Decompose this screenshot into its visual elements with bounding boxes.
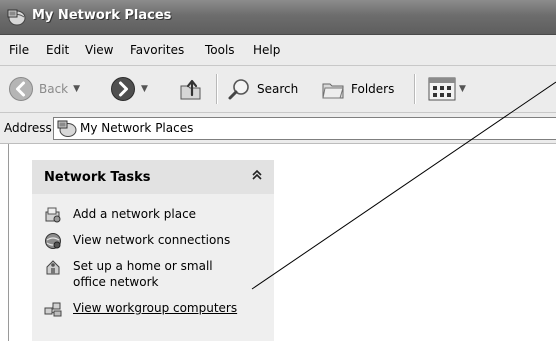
home-network-icon [46, 260, 60, 275]
search-label: Search [257, 82, 299, 96]
chevron-down-icon[interactable]: ▼ [459, 84, 466, 94]
back-label: Back [39, 82, 69, 96]
menu-edit[interactable]: Edit [46, 43, 69, 57]
address-value: My Network Places [80, 121, 194, 135]
chevron-down-icon[interactable]: ▼ [73, 84, 80, 94]
back-arrow-icon [9, 77, 33, 101]
network-tasks-panel: Network Tasks Add a network place View n… [32, 160, 274, 341]
task-label: View network connections [73, 233, 231, 247]
menu-help[interactable]: Help [253, 43, 280, 57]
back-button[interactable]: Back ▼ [8, 76, 80, 102]
task-view-workgroup-computers[interactable]: View workgroup computers [44, 300, 237, 318]
add-network-place-icon [45, 207, 61, 223]
content-area: Network Tasks Add a network place View n… [0, 144, 556, 341]
task-label: View workgroup computers [73, 301, 238, 315]
forward-button[interactable]: ▼ [110, 76, 148, 102]
toolbar-separator [414, 74, 416, 104]
title-bar[interactable]: My Network Places [0, 0, 556, 35]
task-label: Set up a home or small office network [73, 258, 213, 290]
menu-favorites[interactable]: Favorites [130, 43, 184, 57]
views-button[interactable]: ▼ [428, 76, 466, 102]
pane-border [8, 144, 9, 341]
address-label: Address [4, 121, 52, 135]
address-bar: Address My Network Places [0, 113, 556, 144]
collapse-chevron-icon[interactable] [250, 168, 264, 182]
menu-bar: File Edit View Favorites Tools Help [0, 35, 556, 66]
task-setup-home-network[interactable]: Set up a home or small office network [44, 258, 213, 290]
chevron-down-icon[interactable]: ▼ [141, 84, 148, 94]
task-view-network-connections[interactable]: View network connections [44, 232, 230, 250]
task-label: Add a network place [73, 207, 197, 221]
search-button[interactable]: Search [226, 76, 298, 102]
up-folder-button[interactable] [178, 76, 204, 102]
network-tasks-title: Network Tasks [44, 170, 151, 185]
network-places-icon [7, 9, 26, 26]
explorer-window: My Network Places File Edit View Favorit… [0, 0, 556, 341]
network-tasks-header[interactable]: Network Tasks [32, 160, 274, 194]
folders-label: Folders [351, 82, 395, 96]
window-title: My Network Places [32, 8, 172, 23]
menu-tools[interactable]: Tools [205, 43, 235, 57]
search-icon [228, 79, 249, 100]
task-label-line1: Set up a home or small [73, 259, 213, 273]
menu-file[interactable]: File [9, 43, 29, 57]
network-connections-icon [45, 233, 61, 249]
task-label-line2: office network [73, 275, 159, 289]
address-field[interactable]: My Network Places [53, 117, 556, 140]
folders-button[interactable]: Folders [320, 76, 394, 102]
toolbar: Back ▼ ▼ Search Folders ▼ [0, 66, 556, 113]
task-add-network-place[interactable]: Add a network place [44, 206, 196, 224]
network-places-icon [57, 120, 77, 137]
forward-arrow-icon [111, 77, 135, 101]
folders-icon [322, 83, 344, 99]
views-icon [428, 77, 456, 101]
toolbar-separator [216, 74, 218, 104]
workgroup-computers-icon [44, 302, 62, 317]
menu-view[interactable]: View [85, 43, 113, 57]
up-folder-icon [180, 79, 201, 100]
